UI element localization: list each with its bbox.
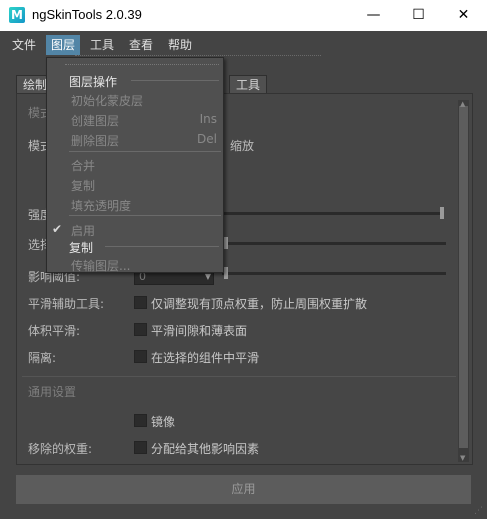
scale-option[interactable]: 缩放	[230, 137, 254, 154]
maximize-button[interactable]: ☐	[396, 0, 441, 31]
minimize-button[interactable]: —	[351, 0, 396, 31]
menu-bar: 文件 图层 工具 查看 帮助	[0, 31, 487, 57]
apply-button[interactable]: 应用	[16, 475, 471, 504]
menu-section-copy: 复制	[69, 241, 94, 255]
menu-item-delete-layer[interactable]: 删除图层	[71, 132, 119, 149]
isolation-checkbox[interactable]	[134, 350, 147, 363]
window-title: ngSkinTools 2.0.39	[32, 7, 142, 22]
close-button[interactable]: ✕	[441, 0, 486, 31]
removed-weights-label: 移除的权重:	[28, 442, 93, 456]
menu-tearoff-line[interactable]	[65, 64, 219, 65]
influence-slider-track[interactable]	[222, 272, 446, 275]
intensity-slider-handle[interactable]	[440, 207, 444, 219]
menu-separator	[69, 215, 221, 216]
menu-layers[interactable]: 图层	[46, 35, 81, 55]
app-icon: M	[9, 7, 25, 23]
menu-separator	[131, 80, 219, 81]
scroll-up-icon[interactable]: ▲	[460, 101, 465, 108]
tab-tools[interactable]: 工具	[229, 75, 268, 94]
menu-item-duplicate[interactable]: 复制	[71, 177, 95, 194]
menu-tools[interactable]: 工具	[85, 35, 119, 55]
isolation-label: 隔离:	[28, 351, 57, 365]
volume-smooth-option[interactable]: 平滑间隙和薄表面	[151, 322, 247, 339]
shortcut-ins: Ins	[199, 112, 217, 126]
section-divider	[22, 376, 456, 377]
general-settings-header: 通用设置	[28, 385, 77, 399]
selection-slider-handle[interactable]	[224, 237, 228, 249]
smooth-helper-checkbox[interactable]	[134, 296, 147, 309]
menu-help[interactable]: 帮助	[163, 35, 197, 55]
mirror-option[interactable]: 镜像	[151, 413, 175, 430]
smooth-helper-option[interactable]: 仅调整现有顶点权重，防止周围权重扩散	[151, 295, 367, 312]
menu-separator	[69, 151, 221, 152]
volume-smooth-label: 体积平滑:	[28, 324, 81, 338]
influence-slider-handle[interactable]	[224, 267, 228, 279]
menu-item-fill-transparency[interactable]: 填充透明度	[71, 197, 131, 214]
menu-item-transfer-layers[interactable]: 传输图层...	[71, 257, 130, 274]
menu-item-init-skin-layers[interactable]: 初始化蒙皮层	[71, 92, 143, 109]
mirror-checkbox[interactable]	[134, 414, 147, 427]
selection-slider-track[interactable]	[222, 242, 446, 245]
menu-item-merge[interactable]: 合并	[71, 157, 95, 174]
scrollbar-thumb[interactable]	[459, 106, 468, 448]
menu-tearoff-line	[75, 55, 321, 56]
shortcut-del: Del	[197, 132, 217, 146]
menu-item-create-layer[interactable]: 创建图层	[71, 112, 119, 129]
menu-separator	[105, 246, 219, 247]
menu-item-enable[interactable]: 启用	[71, 222, 95, 239]
menu-section-layer-operations: 图层操作	[69, 75, 118, 89]
resize-grip-icon[interactable]: ⋰	[474, 506, 483, 516]
volume-smooth-checkbox[interactable]	[134, 323, 147, 336]
removed-weights-option[interactable]: 分配给其他影响因素	[151, 440, 259, 457]
layers-menu: 图层操作 初始化蒙皮层 创建图层 Ins 删除图层 Del 合并 复制 填充透明…	[46, 57, 224, 273]
intensity-slider-track[interactable]	[222, 212, 442, 215]
isolation-option[interactable]: 在选择的组件中平滑	[151, 349, 259, 366]
menu-view[interactable]: 查看	[124, 35, 158, 55]
checkmark-icon: ✔	[52, 222, 63, 236]
smooth-helper-label: 平滑辅助工具:	[28, 297, 105, 311]
title-bar: M ngSkinTools 2.0.39 — ☐ ✕	[0, 0, 487, 31]
removed-weights-checkbox[interactable]	[134, 441, 147, 454]
menu-file[interactable]: 文件	[7, 35, 41, 55]
scroll-down-icon[interactable]: ▼	[460, 455, 465, 462]
